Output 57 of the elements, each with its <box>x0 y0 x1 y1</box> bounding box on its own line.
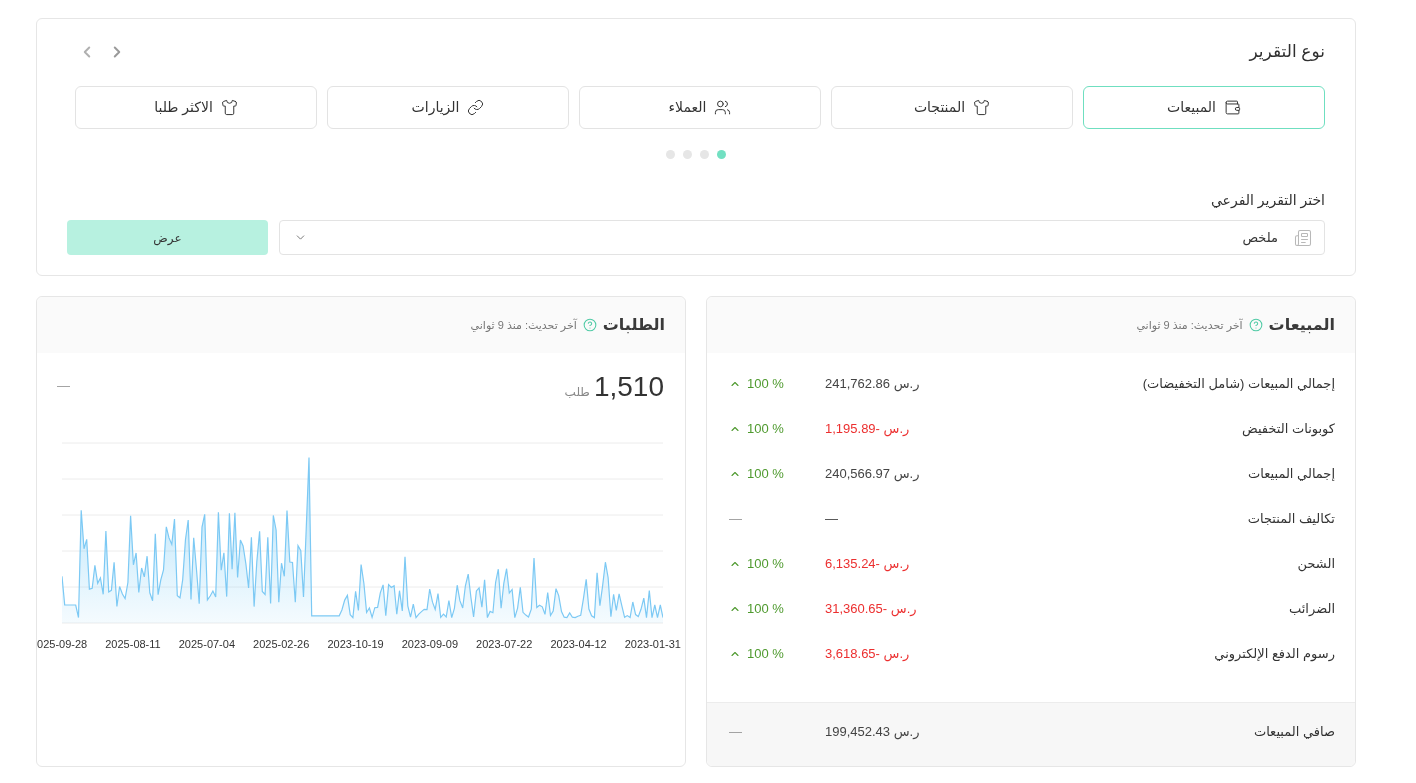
link-icon <box>467 99 485 116</box>
axis-label: 2023-01-31 <box>624 637 681 652</box>
change-percent: — <box>57 378 70 395</box>
report-tab[interactable]: المنتجات <box>831 86 1073 129</box>
change-percent: 100 % <box>747 554 784 573</box>
last-updated-text: آخر تحديث: منذ 9 ثواني <box>1136 317 1243 334</box>
field-label: اختر التقرير الفرعي <box>1210 190 1325 211</box>
row-label: كوبونات التخفيض <box>1241 419 1335 439</box>
amount-text: ر.س 240,566.97 <box>825 464 920 484</box>
report-tab[interactable]: الزيارات <box>327 86 569 129</box>
users-icon <box>714 99 732 116</box>
report-tab[interactable]: المبيعات <box>1083 86 1325 129</box>
shirt-icon <box>973 99 991 116</box>
axis-label: 2023-10-19 <box>327 637 384 652</box>
unit-label: طلب <box>564 384 590 401</box>
axis-label: 2023-04-12 <box>550 637 607 652</box>
axis-label: 2023-07-22 <box>476 637 533 652</box>
axis-label: 2025-07-04 <box>178 637 236 652</box>
axis-label: 2025-02-26 <box>253 637 310 652</box>
row-label: تكاليف المنتجات <box>1246 509 1335 528</box>
newspaper-icon <box>1294 228 1312 247</box>
change-percent: — <box>729 509 742 528</box>
amount-text: — <box>825 509 838 528</box>
axis-label: 025-09-28 <box>37 637 88 652</box>
change-percent: 100 % <box>747 599 784 618</box>
help-icon[interactable] <box>582 318 597 332</box>
shirt-icon <box>220 99 238 116</box>
row-label: الضرائب <box>1288 599 1335 618</box>
report-tab[interactable]: العملاء <box>579 86 821 129</box>
change-percent: 100 % <box>747 644 784 663</box>
amount-text: ر.س -31,360.65 <box>825 599 917 619</box>
card-title: الطلبات <box>602 315 665 335</box>
last-updated-text: آخر تحديث: منذ 9 ثواني <box>470 317 577 334</box>
card-title: المبيعات <box>1268 315 1335 336</box>
sub-report-select[interactable]: ملخص <box>279 220 1325 255</box>
amount-text: ر.س -1,195.89 <box>825 419 910 439</box>
amount-text: ر.س -6,135.24 <box>825 554 910 574</box>
row-label: الشحن <box>1296 554 1335 574</box>
amount-text: ر.س 241,762.86 <box>825 374 920 394</box>
change-percent: 100 % <box>747 374 784 393</box>
orders-total: 1,510 <box>593 370 664 404</box>
amount-text: ر.س 199,452.43 <box>825 723 920 742</box>
row-label: صافي المبيعات <box>1252 723 1335 741</box>
row-label: إجمالي المبيعات (شامل التخفيضات) <box>1141 374 1335 393</box>
change-percent: 100 % <box>747 419 784 438</box>
report-tab[interactable]: الاكثر طلبا <box>75 86 317 129</box>
row-label: رسوم الدفع الإلكتروني <box>1213 644 1335 664</box>
wallet-icon <box>1223 99 1241 116</box>
row-label: إجمالي المبيعات <box>1247 464 1335 483</box>
section-title: نوع التقرير <box>1249 41 1325 64</box>
show-button[interactable]: عرض <box>67 220 268 255</box>
change-percent: — <box>729 723 742 741</box>
help-icon[interactable] <box>1248 318 1263 332</box>
amount-text: ر.س -3,618.65 <box>825 644 910 664</box>
axis-label: 2023-09-09 <box>401 637 458 652</box>
axis-label: 2025-08-11 <box>105 637 161 652</box>
change-percent: 100 % <box>747 464 784 483</box>
